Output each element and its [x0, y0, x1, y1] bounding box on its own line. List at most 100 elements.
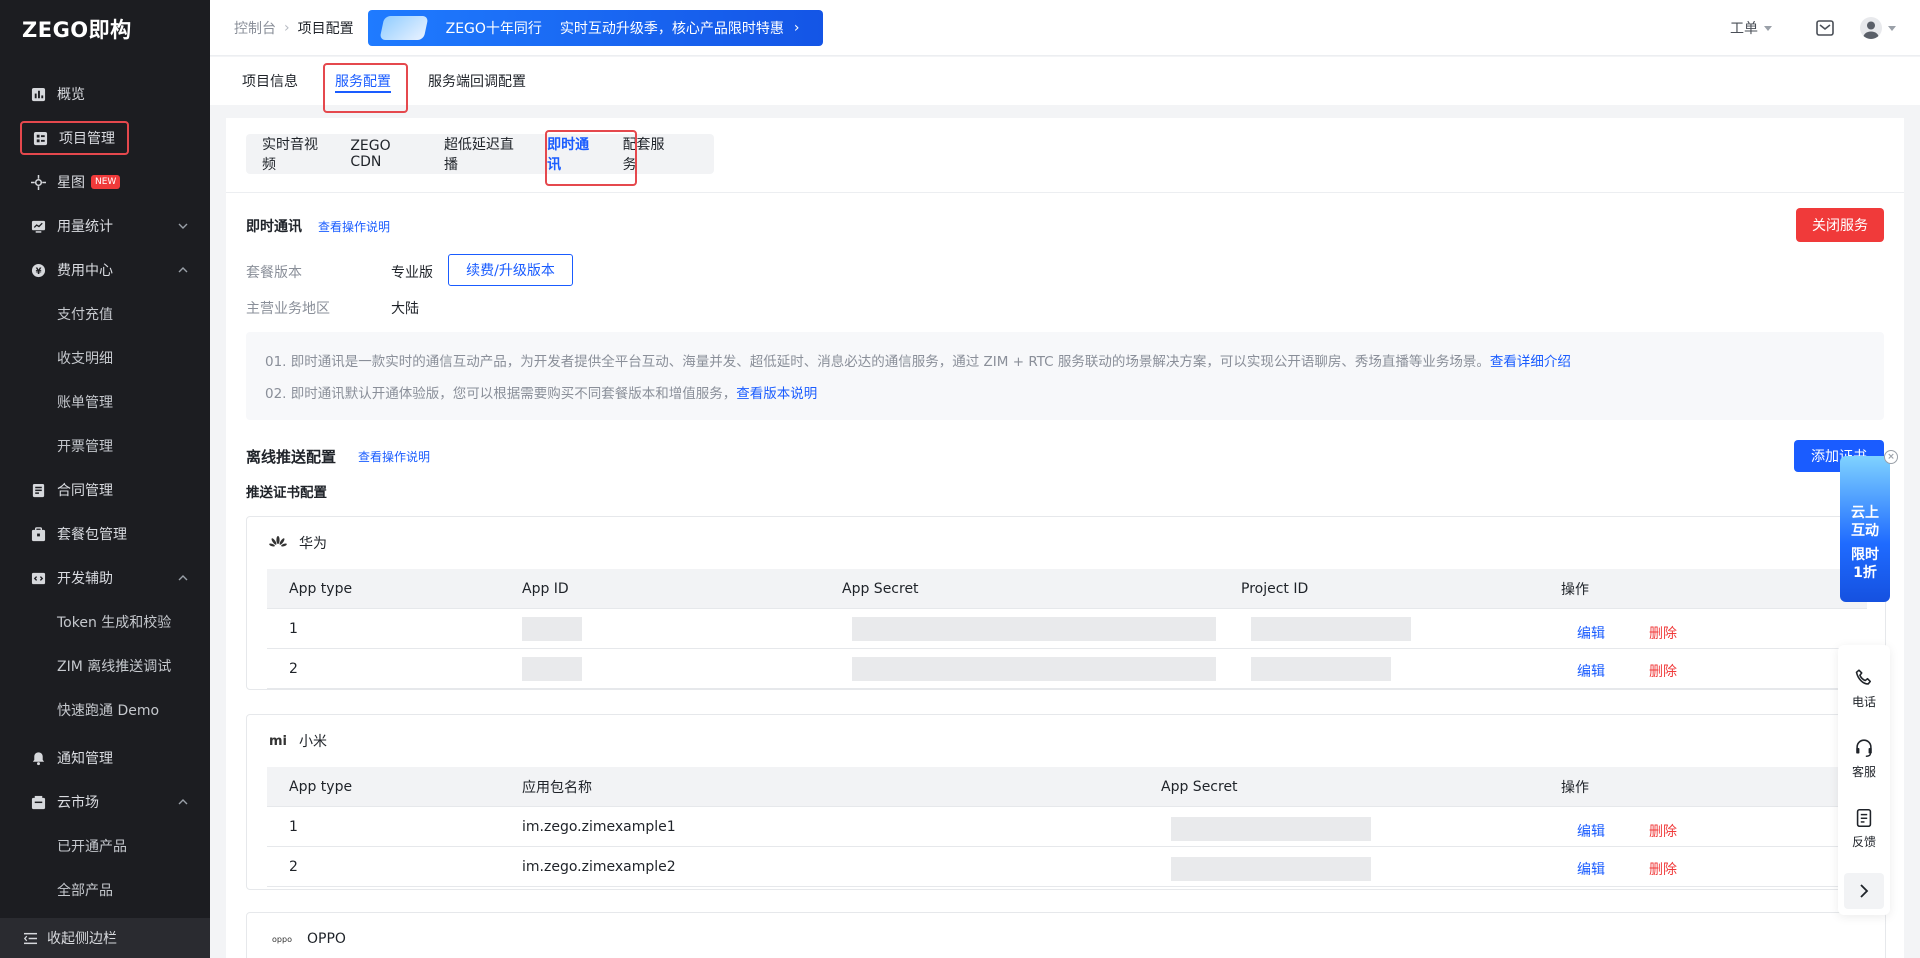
sidebar-item-token[interactable]: Token 生成和校验 [0, 600, 210, 644]
table-row: 1 编辑 删除 [267, 609, 1867, 649]
close-service-button[interactable]: 关闭服务 [1796, 208, 1884, 242]
sidebar-item-notifications[interactable]: 通知管理 [0, 736, 210, 780]
col-header: App Secret [842, 581, 919, 597]
promo-banner[interactable]: ZEGO十年同行 实时互动升级季，核心产品限时特惠 › [367, 9, 823, 46]
chevron-up-icon [178, 575, 188, 581]
collapse-icon [24, 932, 37, 945]
delete-button[interactable]: 删除 [1649, 849, 1677, 889]
sidebar-item-project[interactable]: 项目管理 [20, 121, 129, 155]
collapse-sidebar-button[interactable]: 收起侧边栏 [0, 918, 210, 958]
phone-icon [1855, 669, 1872, 685]
sidebar-item-dev[interactable]: 开发辅助 [0, 556, 210, 600]
region-label: 主营业务地区 [246, 301, 330, 317]
page-tabs: 项目信息 服务配置 服务端回调配置 [210, 57, 1920, 105]
close-icon[interactable]: × [1884, 450, 1898, 464]
edit-button[interactable]: 编辑 [1577, 849, 1605, 889]
im-section-title: 即时通讯 [246, 219, 302, 235]
col-header: 操作 [1561, 780, 1589, 796]
promo-line: 云上 [1851, 505, 1879, 521]
col-header: 操作 [1561, 582, 1589, 598]
support-label: 客服 [1851, 765, 1876, 779]
sidebar-item-activated-products[interactable]: 已开通产品 [0, 824, 210, 868]
logo: ZEGO即构 [22, 18, 132, 42]
bell-icon [30, 750, 46, 766]
delete-button[interactable]: 删除 [1649, 811, 1677, 851]
ticket-menu[interactable]: 工单 [1730, 18, 1758, 38]
version-info-link[interactable]: 查看版本说明 [736, 386, 817, 402]
upgrade-plan-button[interactable]: 续费/升级版本 [448, 254, 573, 286]
table-header: App type 应用包名称 App Secret 操作 [267, 767, 1867, 807]
sidebar-item-invoices[interactable]: 开票管理 [0, 424, 210, 468]
redacted-app-id [522, 657, 582, 681]
sidebar-item-label: 用量统计 [57, 219, 113, 235]
tab-server-callback[interactable]: 服务端回调配置 [428, 57, 526, 105]
feedback-icon [1856, 808, 1872, 828]
im-guide-link[interactable]: 查看操作说明 [318, 218, 390, 235]
expand-tools-button[interactable] [1844, 873, 1884, 909]
tab-rtc[interactable]: 实时音视频 [262, 134, 326, 174]
monitor-icon [30, 218, 46, 234]
sidebar-item-label: 概览 [57, 87, 85, 103]
sidebar-item-overview[interactable]: 概览 [0, 72, 210, 116]
sidebar-item-usage[interactable]: 用量统计 [0, 204, 210, 248]
sidebar-item-recharge[interactable]: 支付充值 [0, 292, 210, 336]
edit-button[interactable]: 编辑 [1577, 811, 1605, 851]
redacted-app-secret [1171, 817, 1371, 841]
breadcrumb-current: 项目配置 [297, 20, 354, 37]
sidebar-item-label: 合同管理 [57, 483, 113, 499]
banner-title: ZEGO十年同行 [445, 20, 542, 37]
vendor-name: 小米 [299, 734, 327, 750]
note-1: 01. 即时通讯是一款实时的通信互动产品，为开发者提供全平台互动、海量并发、超低… [265, 346, 1865, 378]
phone-button[interactable]: 电话 [1838, 667, 1890, 710]
code-icon [30, 570, 46, 586]
project-icon [32, 130, 48, 146]
collapse-sidebar-label: 收起侧边栏 [47, 931, 117, 947]
floating-promo[interactable]: × 云上 互动 限时 1折 [1840, 450, 1898, 602]
sidebar-item-marketplace[interactable]: 云市场 [0, 780, 210, 824]
app-type-cell: 1 [289, 819, 298, 835]
vendor-name: OPPO [307, 931, 346, 947]
sidebar-item-label: 通知管理 [57, 751, 113, 767]
vendor-header: oppo OPPO [247, 913, 1885, 958]
mail-icon[interactable] [1816, 20, 1834, 36]
oppo-logo-icon: oppo [272, 934, 292, 944]
sidebar-item-contracts[interactable]: 合同管理 [0, 468, 210, 512]
vendor-huawei: 华为 App type App ID App Secret Project ID… [246, 516, 1886, 690]
sidebar-item-zim-push-debug[interactable]: ZIM 离线推送调试 [0, 644, 210, 688]
sidebar-item-bills[interactable]: 账单管理 [0, 380, 210, 424]
sidebar-item-starmap[interactable]: 星图 NEW [0, 160, 210, 204]
star-map-icon [30, 174, 46, 190]
support-button[interactable]: 客服 [1838, 737, 1890, 780]
sidebar-item-packages[interactable]: 套餐包管理 [0, 512, 210, 556]
feedback-button[interactable]: 反馈 [1838, 807, 1890, 850]
sidebar-item-all-products[interactable]: 全部产品 [0, 868, 210, 912]
avatar[interactable] [1860, 17, 1882, 39]
push-guide-link[interactable]: 查看操作说明 [358, 448, 430, 465]
detail-intro-link[interactable]: 查看详细介绍 [1490, 354, 1571, 370]
tab-zego-cdn[interactable]: ZEGO CDN [350, 138, 420, 170]
sidebar-item-quick-demo[interactable]: 快速跑通 Demo [0, 688, 210, 732]
package-name-cell: im.zego.zimexample2 [522, 859, 676, 875]
chevron-up-icon [178, 799, 188, 805]
edit-button[interactable]: 编辑 [1577, 613, 1605, 653]
redacted-project-id [1251, 657, 1391, 681]
breadcrumb-console[interactable]: 控制台 [234, 18, 276, 38]
sidebar-item-label: 云市场 [57, 795, 99, 811]
promo-line: 互动 [1851, 523, 1879, 539]
col-header: App ID [522, 581, 569, 597]
vendor-oppo: oppo OPPO [246, 912, 1886, 958]
xiaomi-table: App type 应用包名称 App Secret 操作 1 im.zego.z… [267, 767, 1867, 887]
xiaomi-logo-icon: mi [269, 733, 288, 749]
plan-label: 套餐版本 [246, 265, 302, 281]
tab-low-latency-live[interactable]: 超低延迟直播 [444, 134, 521, 174]
sidebar-item-billing[interactable]: ¥ 费用中心 [0, 248, 210, 292]
delete-button[interactable]: 删除 [1649, 613, 1677, 653]
edit-button[interactable]: 编辑 [1577, 651, 1605, 691]
sidebar-item-label: 开发辅助 [57, 571, 113, 587]
table-row: 2 im.zego.zimexample2 编辑 删除 [267, 847, 1867, 887]
vendor-header: 华为 [247, 517, 1885, 569]
tab-project-info[interactable]: 项目信息 [242, 57, 298, 105]
table-header: App type App ID App Secret Project ID 操作 [267, 569, 1867, 609]
delete-button[interactable]: 删除 [1649, 651, 1677, 691]
sidebar-item-transactions[interactable]: 收支明细 [0, 336, 210, 380]
